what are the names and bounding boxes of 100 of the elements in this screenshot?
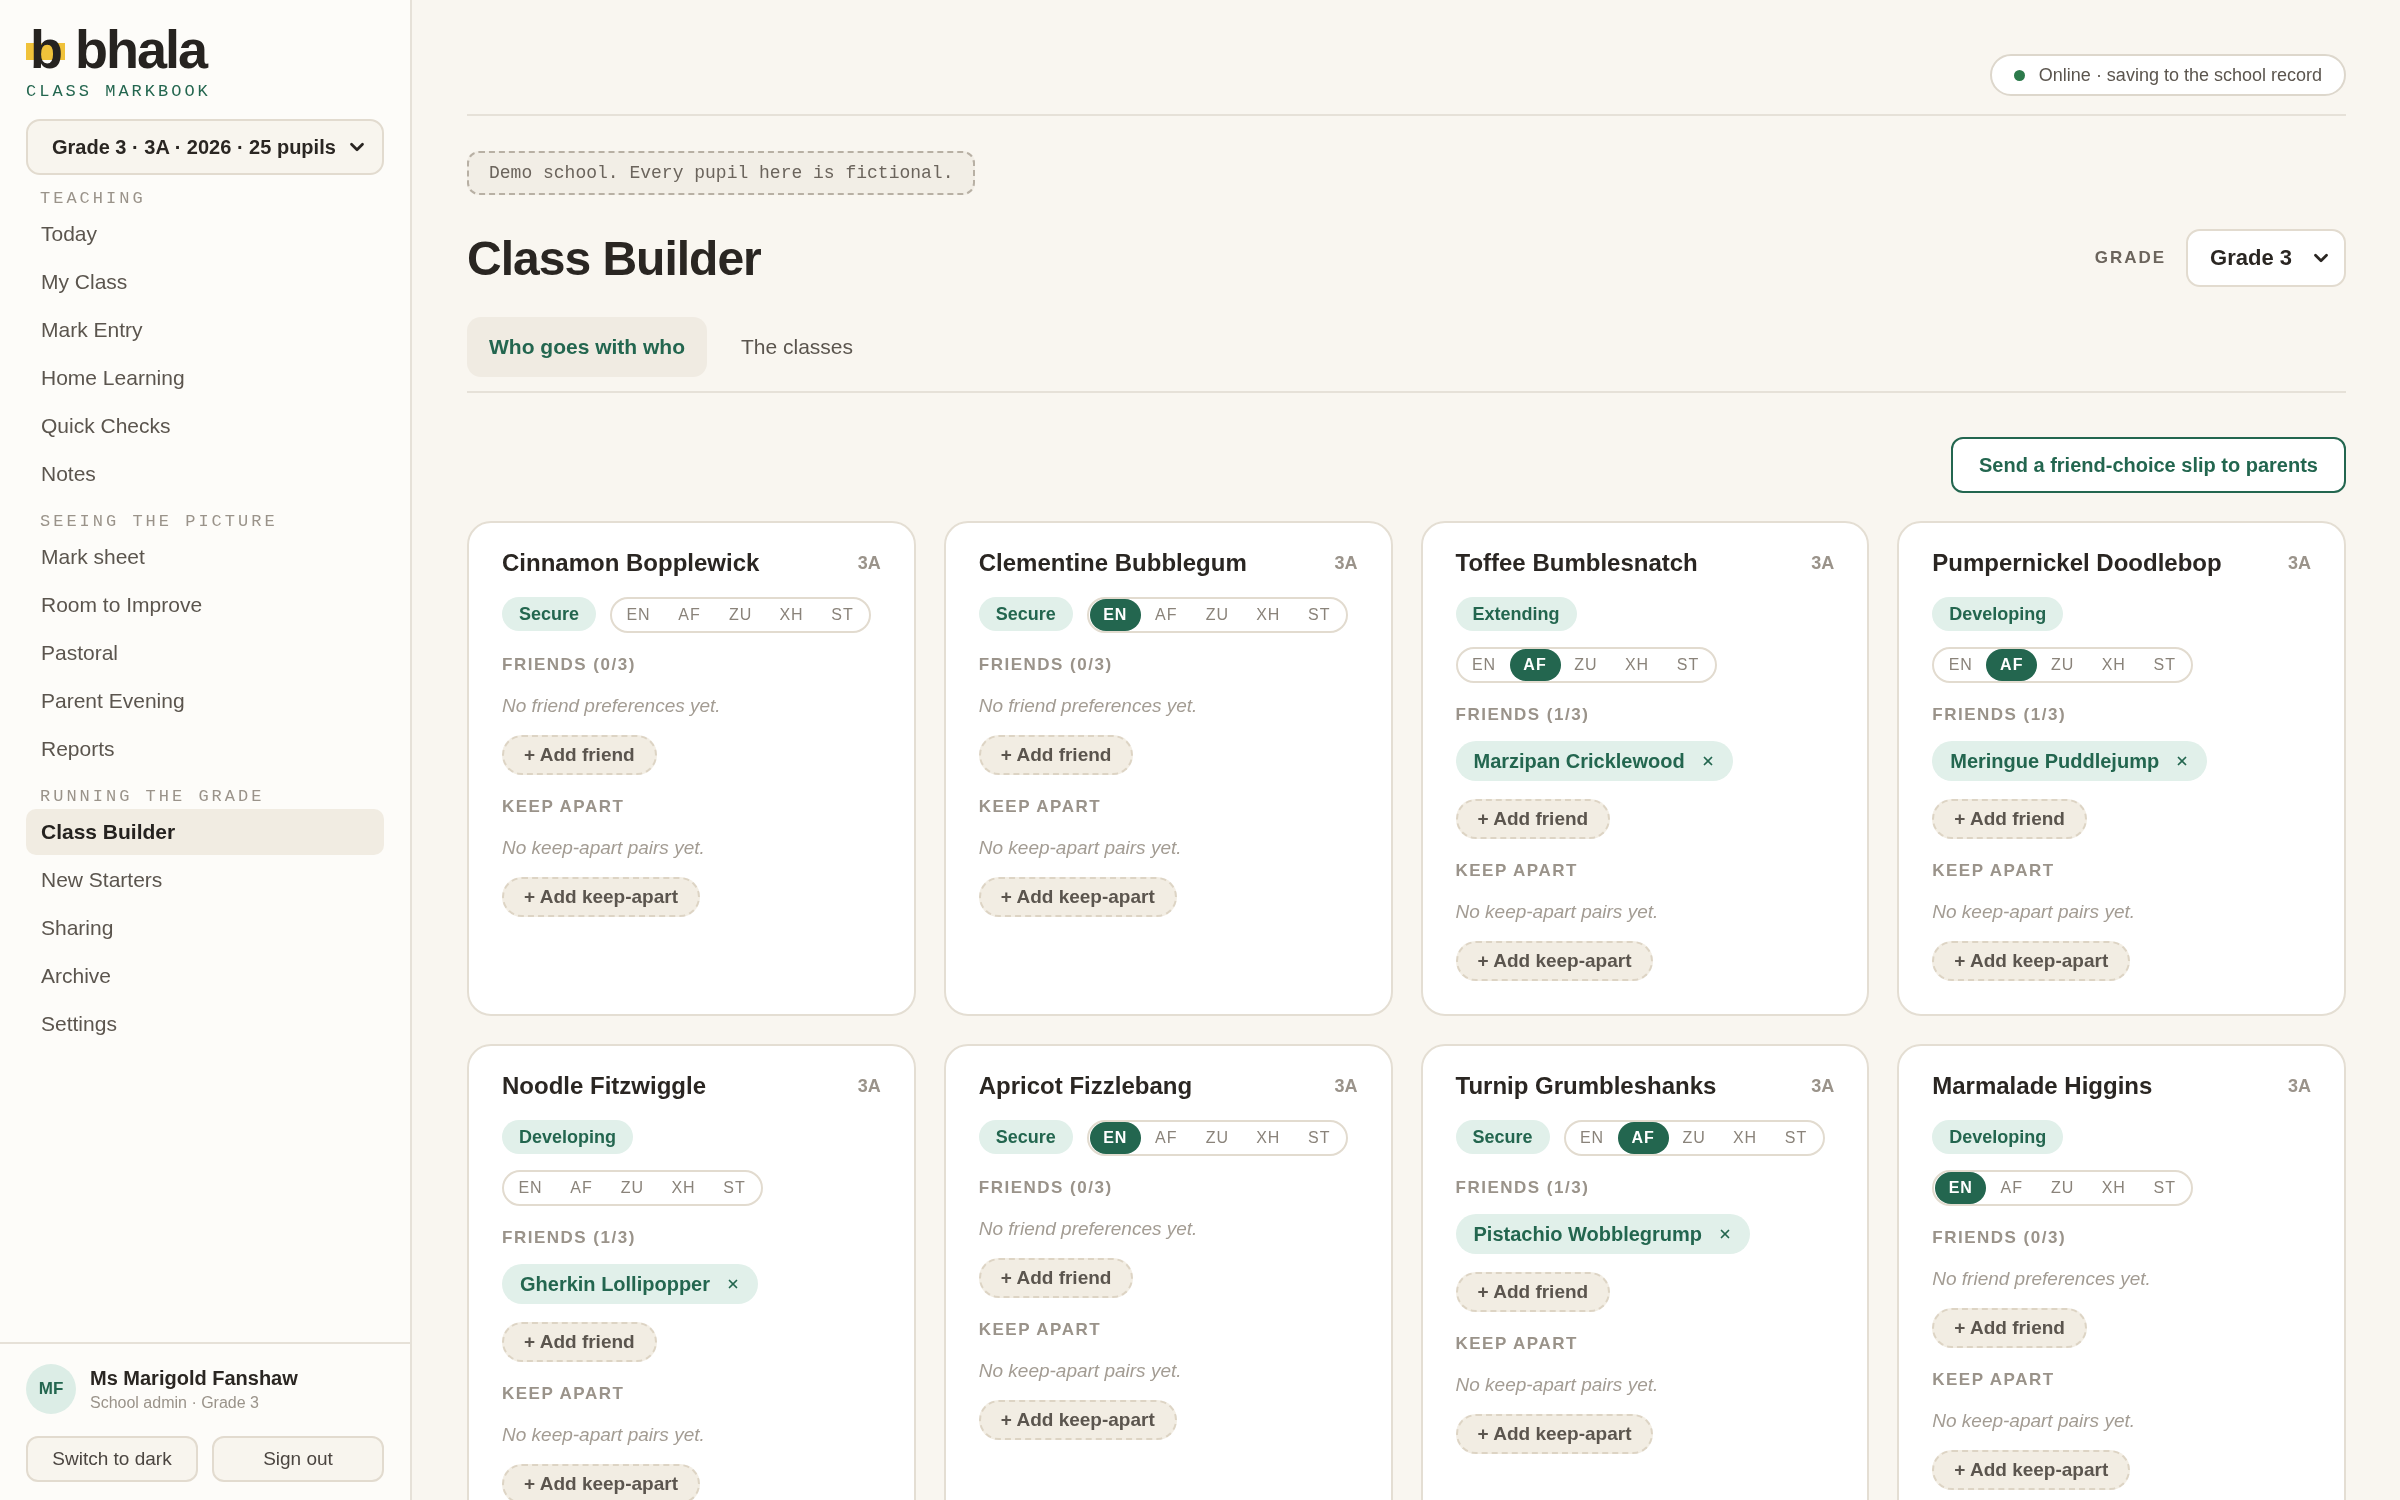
section-heading: FRIENDS (0/3) — [1932, 1228, 2068, 1248]
logo-tagline: CLASS MARKBOOK — [26, 82, 212, 101]
language-option[interactable]: EN — [1089, 599, 1141, 631]
language-option[interactable]: ST — [709, 1172, 760, 1204]
send-slip-button[interactable]: Send a friend-choice slip to parents — [1951, 437, 2346, 493]
nav-item[interactable]: New Starters — [26, 857, 384, 903]
add-friend-button[interactable]: + Add friend — [1932, 1308, 2087, 1348]
language-option[interactable]: ZU — [2037, 649, 2089, 681]
tab[interactable]: The classes — [719, 317, 876, 377]
footer-button[interactable]: Sign out — [212, 1436, 384, 1482]
nav-item[interactable]: Archive — [26, 953, 384, 999]
language-option[interactable]: ST — [1662, 649, 1714, 681]
language-option[interactable]: XH — [2088, 1172, 2140, 1204]
pupil-name: Pumpernickel Doodlebop — [1932, 549, 2222, 577]
add-friend-button[interactable]: + Add friend — [978, 735, 1134, 775]
language-option[interactable]: ST — [1770, 1122, 1822, 1154]
add-keep-apart-button[interactable]: + Add keep-apart — [1932, 941, 2131, 981]
language-option[interactable]: XH — [2088, 649, 2140, 681]
language-option[interactable]: EN — [1935, 1172, 1987, 1204]
language-option[interactable]: EN — [613, 599, 665, 631]
add-keep-apart-button[interactable]: + Add keep-apart — [502, 877, 700, 917]
language-option[interactable]: AF — [664, 599, 716, 631]
language-option[interactable]: ST — [2139, 1172, 2191, 1204]
language-option[interactable]: AF — [556, 1172, 607, 1204]
language-option[interactable]: XH — [1611, 649, 1663, 681]
add-keep-apart-button[interactable]: + Add keep-apart — [1455, 1414, 1654, 1454]
class-label: 3A — [1334, 552, 1358, 574]
nav-item[interactable]: Home Learning — [26, 355, 384, 401]
language-option[interactable]: ST — [1293, 1122, 1345, 1154]
nav-item[interactable]: My Class — [26, 259, 384, 305]
language-option[interactable]: ST — [1293, 599, 1345, 631]
language-option[interactable]: ST — [817, 599, 869, 631]
language-option[interactable]: ZU — [1191, 599, 1243, 631]
nav-item[interactable]: Settings — [26, 1001, 384, 1047]
nav-item[interactable]: Today — [26, 211, 384, 257]
language-option[interactable]: XH — [658, 1172, 709, 1204]
empty-message: No keep-apart pairs yet. — [978, 1360, 1183, 1382]
grade-label: GRADE — [2094, 248, 2167, 268]
add-friend-button[interactable]: + Add friend — [1932, 799, 2087, 839]
add-friend-button[interactable]: + Add friend — [1455, 1272, 1611, 1312]
language-option[interactable]: AF — [1140, 1122, 1192, 1154]
friend-name: Pistachio Wobblegrump — [1473, 1222, 1703, 1246]
level-badge: Secure — [502, 597, 597, 631]
add-keep-apart-button[interactable]: + Add keep-apart — [502, 1464, 700, 1500]
tab[interactable]: Who goes with who — [467, 317, 707, 377]
nav-item[interactable]: Mark sheet — [26, 534, 384, 580]
language-option[interactable]: AF — [1986, 649, 2038, 681]
language-option[interactable]: ST — [2139, 649, 2191, 681]
grade-select[interactable]: Grade 3 — [2186, 229, 2346, 287]
class-select[interactable]: Grade 3 · 3A · 2026 · 25 pupils — [26, 119, 384, 175]
nav-item[interactable]: Sharing — [26, 905, 384, 951]
empty-message: No keep-apart pairs yet. — [502, 837, 706, 859]
add-friend-button[interactable]: + Add friend — [502, 735, 657, 775]
footer-button[interactable]: Switch to dark — [26, 1436, 198, 1482]
language-option[interactable]: ZU — [1668, 1122, 1720, 1154]
add-friend-button[interactable]: + Add friend — [502, 1322, 657, 1362]
nav-item[interactable]: Class Builder — [26, 809, 384, 855]
close-icon[interactable] — [726, 1277, 740, 1291]
nav-item[interactable]: Room to Improve — [26, 582, 384, 628]
section-heading: KEEP APART — [502, 1384, 626, 1404]
empty-message: No friend preferences yet. — [978, 695, 1199, 717]
nav-item[interactable]: Parent Evening — [26, 678, 384, 724]
language-option[interactable]: ZU — [1560, 649, 1612, 681]
language-option[interactable]: XH — [1242, 1122, 1294, 1154]
add-keep-apart-button[interactable]: + Add keep-apart — [978, 877, 1177, 917]
nav-item[interactable]: Reports — [26, 726, 384, 772]
add-keep-apart-button[interactable]: + Add keep-apart — [1932, 1450, 2131, 1490]
language-option[interactable]: XH — [1719, 1122, 1771, 1154]
level-badge: Developing — [502, 1120, 633, 1154]
add-keep-apart-button[interactable]: + Add keep-apart — [1455, 941, 1654, 981]
language-option[interactable]: EN — [1935, 649, 1987, 681]
language-option[interactable]: AF — [1617, 1122, 1669, 1154]
pupil-name: Noodle Fitzwiggle — [502, 1072, 706, 1100]
language-option[interactable]: AF — [1986, 1172, 2038, 1204]
friend-name: Gherkin Lollipopper — [520, 1272, 710, 1296]
add-keep-apart-button[interactable]: + Add keep-apart — [978, 1400, 1177, 1440]
language-option[interactable]: ZU — [2037, 1172, 2089, 1204]
language-option[interactable]: AF — [1140, 599, 1192, 631]
nav-item[interactable]: Notes — [26, 451, 384, 497]
language-option[interactable]: ZU — [607, 1172, 658, 1204]
language-option[interactable]: ZU — [715, 599, 767, 631]
language-option[interactable]: EN — [1566, 1122, 1618, 1154]
level-badge: Extending — [1455, 597, 1577, 631]
add-friend-button[interactable]: + Add friend — [1455, 799, 1611, 839]
pupil-name: Turnip Grumbleshanks — [1455, 1072, 1717, 1100]
add-friend-button[interactable]: + Add friend — [978, 1258, 1134, 1298]
nav-item[interactable]: Pastoral — [26, 630, 384, 676]
language-option[interactable]: XH — [1242, 599, 1294, 631]
section-heading: KEEP APART — [1932, 1370, 2056, 1390]
language-option[interactable]: EN — [1089, 1122, 1141, 1154]
nav-item[interactable]: Quick Checks — [26, 403, 384, 449]
language-option[interactable]: EN — [505, 1172, 556, 1204]
language-option[interactable]: ZU — [1191, 1122, 1243, 1154]
section-heading: FRIENDS (0/3) — [978, 1178, 1114, 1198]
language-option[interactable]: AF — [1509, 649, 1561, 681]
language-option[interactable]: XH — [766, 599, 818, 631]
nav-item[interactable]: Mark Entry — [26, 307, 384, 353]
class-label: 3A — [857, 552, 881, 574]
language-option[interactable]: EN — [1458, 649, 1510, 681]
section-heading: KEEP APART — [1932, 861, 2056, 881]
